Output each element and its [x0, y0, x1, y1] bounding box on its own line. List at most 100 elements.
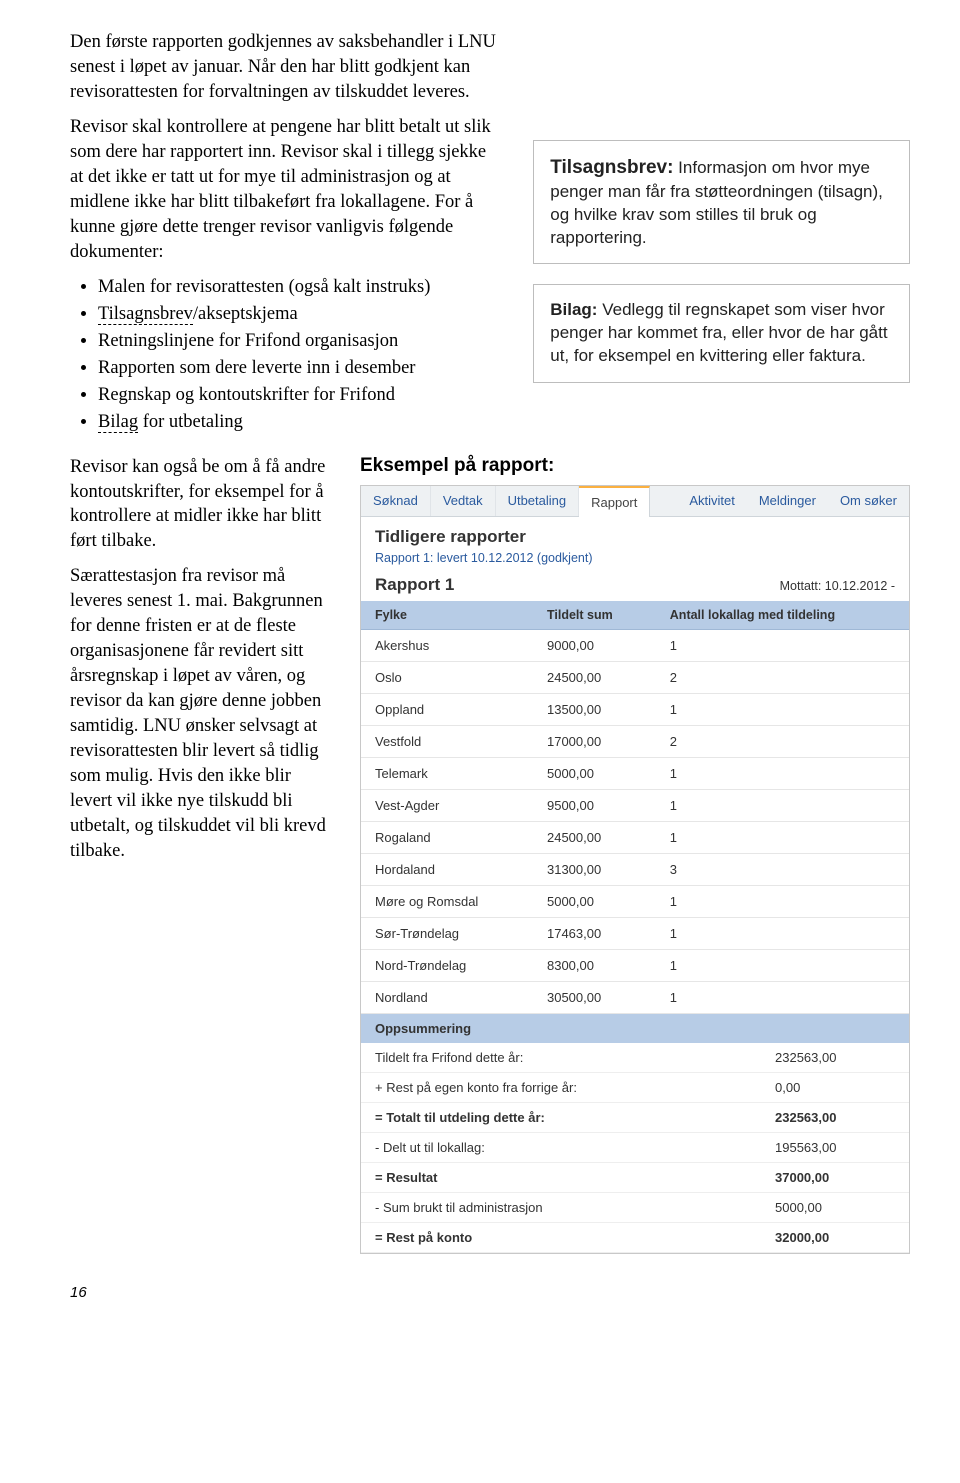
tab-vedtak[interactable]: Vedtak	[431, 486, 496, 516]
summary-row: Tildelt fra Frifond dette år:232563,00	[361, 1043, 909, 1073]
tab-utbetaling[interactable]: Utbetaling	[496, 486, 580, 516]
summary-row: - Delt ut til lokallag:195563,00	[361, 1133, 909, 1163]
table-cell: 17463,00	[533, 917, 656, 949]
term-bilag: Bilag	[98, 412, 138, 433]
summary-header: Oppsummering	[361, 1014, 909, 1043]
table-cell: Rogaland	[361, 821, 533, 853]
paragraph: Revisor skal kontrollere at pengene har …	[70, 115, 503, 265]
page-number: 16	[70, 1284, 910, 1301]
report-name: Rapport 1	[375, 575, 454, 595]
summary-label: = Totalt til utdeling dette år:	[375, 1110, 775, 1125]
report-received: Mottatt: 10.12.2012 -	[780, 579, 895, 593]
table-row: Sør-Trøndelag17463,001	[361, 917, 909, 949]
table-row: Hordaland31300,003	[361, 853, 909, 885]
summary-row: - Sum brukt til administrasjon5000,00	[361, 1193, 909, 1223]
list-item: Retningslinjene for Frifond organisasjon	[98, 329, 503, 354]
summary-value: 5000,00	[775, 1200, 895, 1215]
tab-aktivitet[interactable]: Aktivitet	[677, 486, 747, 516]
paragraph: Særattestasjon fra revisor må leveres se…	[70, 564, 330, 864]
list-item: Regnskap og kontoutskrifter for Frifond	[98, 383, 503, 408]
table-cell: 3	[656, 853, 909, 885]
callout-body: Vedlegg til regnskapet som viser hvor pe…	[550, 300, 887, 365]
table-cell: 1	[656, 885, 909, 917]
table-cell: 8300,00	[533, 949, 656, 981]
table-row: Telemark5000,001	[361, 757, 909, 789]
summary-label: + Rest på egen konto fra forrige år:	[375, 1080, 775, 1095]
tab-meldinger[interactable]: Meldinger	[747, 486, 828, 516]
table-cell: Oppland	[361, 693, 533, 725]
summary-value: 232563,00	[775, 1110, 895, 1125]
summary-label: = Resultat	[375, 1170, 775, 1185]
tab-rapport[interactable]: Rapport	[579, 486, 650, 517]
table-row: Oslo24500,002	[361, 661, 909, 693]
th-antall: Antall lokallag med tildeling	[656, 601, 909, 630]
callout-tilsagnsbrev: Tilsagnsbrev: Informasjon om hvor mye pe…	[533, 140, 910, 264]
table-cell: 1	[656, 789, 909, 821]
table-cell: 1	[656, 917, 909, 949]
previous-report-link[interactable]: Rapport 1: levert 10.12.2012 (godkjent)	[361, 549, 909, 575]
table-cell: 2	[656, 725, 909, 757]
allocation-table: Fylke Tildelt sum Antall lokallag med ti…	[361, 601, 909, 1014]
list-item: Rapporten som dere leverte inn i desembe…	[98, 356, 503, 381]
table-cell: 5000,00	[533, 757, 656, 789]
summary-label: - Delt ut til lokallag:	[375, 1140, 775, 1155]
callout-label: Tilsagnsbrev:	[550, 157, 673, 178]
callout-bilag: Bilag: Vedlegg til regnskapet som viser …	[533, 284, 910, 383]
list-item-text: for utbetaling	[138, 412, 243, 432]
table-cell: 5000,00	[533, 885, 656, 917]
table-cell: 9500,00	[533, 789, 656, 821]
table-cell: Nordland	[361, 981, 533, 1013]
summary-row: = Totalt til utdeling dette år:232563,00	[361, 1103, 909, 1133]
table-cell: Telemark	[361, 757, 533, 789]
callout-label: Bilag:	[550, 300, 597, 319]
table-cell: 1	[656, 629, 909, 661]
table-row: Akershus9000,001	[361, 629, 909, 661]
table-cell: Vest-Agder	[361, 789, 533, 821]
table-cell: Sør-Trøndelag	[361, 917, 533, 949]
table-row: Rogaland24500,001	[361, 821, 909, 853]
th-sum: Tildelt sum	[533, 601, 656, 630]
list-item-text: /akseptskjema	[193, 304, 298, 324]
list-item: Malen for revisorattesten (også kalt ins…	[98, 275, 503, 300]
table-row: Vestfold17000,002	[361, 725, 909, 757]
tab-soknad[interactable]: Søknad	[361, 486, 431, 516]
summary-value: 37000,00	[775, 1170, 895, 1185]
table-cell: Møre og Romsdal	[361, 885, 533, 917]
paragraph: Den første rapporten godkjennes av saksb…	[70, 30, 503, 105]
table-cell: 1	[656, 949, 909, 981]
list-item: Bilag for utbetaling	[98, 410, 503, 435]
summary-row: + Rest på egen konto fra forrige år:0,00	[361, 1073, 909, 1103]
summary-value: 195563,00	[775, 1140, 895, 1155]
table-cell: 1	[656, 821, 909, 853]
summary-row: = Resultat37000,00	[361, 1163, 909, 1193]
tab-bar: Søknad Vedtak Utbetaling Rapport Aktivit…	[361, 486, 909, 517]
table-cell: 9000,00	[533, 629, 656, 661]
table-cell: 17000,00	[533, 725, 656, 757]
summary-row: = Rest på konto32000,00	[361, 1223, 909, 1253]
table-cell: 1	[656, 757, 909, 789]
table-cell: Akershus	[361, 629, 533, 661]
table-row: Vest-Agder9500,001	[361, 789, 909, 821]
summary-label: = Rest på konto	[375, 1230, 775, 1245]
summary-value: 232563,00	[775, 1050, 895, 1065]
table-cell: Hordaland	[361, 853, 533, 885]
table-cell: 2	[656, 661, 909, 693]
table-row: Oppland13500,001	[361, 693, 909, 725]
summary-label: - Sum brukt til administrasjon	[375, 1200, 775, 1215]
table-cell: 24500,00	[533, 661, 656, 693]
table-cell: 24500,00	[533, 821, 656, 853]
report-screenshot: Søknad Vedtak Utbetaling Rapport Aktivit…	[360, 485, 910, 1254]
table-cell: 31300,00	[533, 853, 656, 885]
summary-value: 0,00	[775, 1080, 895, 1095]
table-row: Møre og Romsdal5000,001	[361, 885, 909, 917]
summary-label: Tildelt fra Frifond dette år:	[375, 1050, 775, 1065]
table-cell: Nord-Trøndelag	[361, 949, 533, 981]
paragraph: Revisor kan også be om å få andre kontou…	[70, 455, 330, 555]
list-item: Tilsagnsbrev/akseptskjema	[98, 302, 503, 327]
table-row: Nord-Trøndelag8300,001	[361, 949, 909, 981]
table-row: Nordland30500,001	[361, 981, 909, 1013]
tab-om-soker[interactable]: Om søker	[828, 486, 909, 516]
table-cell: 30500,00	[533, 981, 656, 1013]
table-cell: Oslo	[361, 661, 533, 693]
table-cell: 1	[656, 981, 909, 1013]
